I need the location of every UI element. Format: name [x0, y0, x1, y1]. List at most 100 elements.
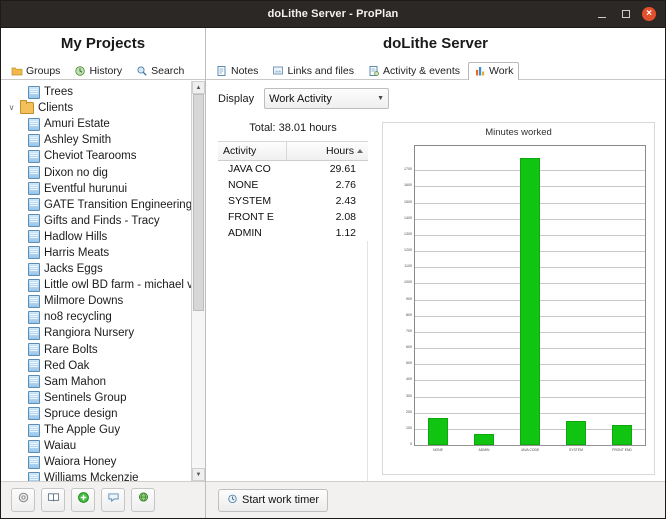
cell-activity: NONE: [228, 179, 259, 191]
tree-item[interactable]: Waiora Honey: [1, 454, 191, 470]
tree-item[interactable]: Spruce design: [1, 406, 191, 422]
column-header-hours[interactable]: Hours: [287, 142, 368, 160]
document-icon: [28, 166, 40, 180]
table-row[interactable]: JAVA CO 29.61: [218, 161, 368, 177]
tree-item-label: Amuri Estate: [44, 118, 110, 131]
projects-panel: My Projects Groups History Search Trees …: [1, 28, 206, 518]
start-work-timer-button[interactable]: Start work timer: [218, 488, 329, 512]
tree-item-label: Waiora Honey: [44, 456, 117, 469]
tab-work[interactable]: Work: [468, 62, 520, 80]
tree-item[interactable]: Waiau: [1, 438, 191, 454]
tree-item[interactable]: ∨ Clients: [1, 100, 191, 116]
settings-button[interactable]: [11, 488, 35, 512]
table-header: Activity Hours: [218, 142, 368, 161]
document-icon: [28, 439, 40, 453]
tab-history[interactable]: History: [68, 62, 128, 80]
tree-item[interactable]: Milmore Downs: [1, 293, 191, 309]
application-window: doLithe Server - ProPlan × My Projects G…: [0, 0, 666, 519]
tree-item[interactable]: Trees: [1, 84, 191, 100]
document-icon: [28, 455, 40, 469]
table-row[interactable]: ADMIN 1.12: [218, 225, 368, 241]
table-row[interactable]: NONE 2.76: [218, 177, 368, 193]
tree-item[interactable]: The Apple Guy: [1, 422, 191, 438]
cell-activity: ADMIN: [228, 227, 262, 239]
document-icon: [28, 326, 40, 340]
table-row[interactable]: SYSTEM 2.43: [218, 193, 368, 209]
tree-item[interactable]: GATE Transition Engineering: [1, 197, 191, 213]
document-icon: [28, 230, 40, 244]
y-axis-tick-label: 600: [406, 345, 412, 350]
tab-search[interactable]: Search: [130, 62, 190, 80]
tree-item[interactable]: no8 recycling: [1, 309, 191, 325]
document-icon: [28, 375, 40, 389]
scroll-up-button[interactable]: ▲: [192, 81, 205, 94]
tree-item-label: Gifts and Finds - Tracy: [44, 214, 160, 227]
tree-item[interactable]: Jacks Eggs: [1, 261, 191, 277]
comment-button[interactable]: [101, 488, 125, 512]
display-select[interactable]: Work Activity ▼: [264, 88, 390, 109]
scroll-track[interactable]: [192, 94, 205, 468]
y-axis-tick-label: 200: [406, 409, 412, 414]
tree-item[interactable]: Sam Mahon: [1, 374, 191, 390]
scroll-thumb[interactable]: [193, 94, 204, 311]
project-tree[interactable]: Trees ∨ Clients Amuri Estate Ashley Smith Che…: [1, 81, 191, 481]
tab-links-and-files[interactable]: Links and files: [266, 62, 360, 80]
tree-item-label: Eventful hurunui: [44, 182, 128, 195]
y-axis-tick-label: 1000: [404, 280, 412, 285]
document-icon: [28, 471, 40, 481]
magnifier-icon: [136, 65, 148, 77]
sort-ascending-icon: [357, 149, 363, 153]
add-button[interactable]: [71, 488, 95, 512]
scroll-down-button[interactable]: ▼: [192, 468, 205, 481]
table-row[interactable]: FRONT E 2.08: [218, 209, 368, 225]
folder-icon: [20, 100, 34, 115]
tree-item[interactable]: Hadlow Hills: [1, 229, 191, 245]
document-icon: [28, 85, 40, 99]
timer-icon: [227, 493, 238, 507]
tree-item[interactable]: Cheviot Tearooms: [1, 148, 191, 164]
close-button[interactable]: ×: [642, 7, 656, 21]
tree-item[interactable]: Rangiora Nursery: [1, 325, 191, 341]
tree-item[interactable]: Harris Meats: [1, 245, 191, 261]
book-button[interactable]: [41, 488, 65, 512]
y-axis-tick-label: 700: [406, 329, 412, 334]
maximize-button[interactable]: [618, 7, 633, 22]
tab-groups[interactable]: Groups: [5, 62, 66, 80]
x-axis-tick-label: NONE: [433, 448, 443, 452]
tree-item[interactable]: Amuri Estate: [1, 116, 191, 132]
chart-bar: [611, 424, 633, 445]
tab-activity-events[interactable]: Activity & events: [362, 62, 466, 80]
tree-scrollbar[interactable]: ▲ ▼: [191, 81, 205, 481]
tree-item-label: no8 recycling: [44, 311, 112, 324]
start-work-timer-label: Start work timer: [242, 494, 320, 506]
chart-bar-slot: ADMIN: [461, 146, 507, 452]
y-axis-tick-label: 500: [406, 361, 412, 366]
tree-item[interactable]: Rare Bolts: [1, 342, 191, 358]
tree-item[interactable]: Sentinels Group: [1, 390, 191, 406]
chart-title: Minutes worked: [485, 127, 552, 138]
tree-item[interactable]: Little owl BD farm - michael vo: [1, 277, 191, 293]
title-bar: doLithe Server - ProPlan ×: [1, 1, 665, 28]
tree-item[interactable]: Ashley Smith: [1, 132, 191, 148]
details-panel: doLithe Server Notes Links and files Act…: [206, 28, 665, 518]
tree-item[interactable]: Red Oak: [1, 358, 191, 374]
chevron-down-icon[interactable]: ∨: [7, 100, 16, 116]
tree-item[interactable]: Eventful hurunui: [1, 181, 191, 197]
document-icon: [28, 359, 40, 373]
tab-notes[interactable]: Notes: [210, 62, 264, 80]
minimize-button[interactable]: [594, 7, 609, 22]
tree-item[interactable]: Williams Mckenzie: [1, 470, 191, 481]
tree-item-label: Ashley Smith: [44, 134, 112, 147]
cell-activity: FRONT E: [228, 211, 274, 223]
web-button[interactable]: [131, 488, 155, 512]
tree-item[interactable]: Gifts and Finds - Tracy: [1, 213, 191, 229]
x-axis-tick-label: SYSTEM: [569, 448, 583, 452]
column-header-activity[interactable]: Activity: [218, 142, 287, 160]
tree-item-label: Rangiora Nursery: [44, 327, 135, 340]
y-axis-tick-label: 300: [406, 393, 412, 398]
work-content: Total: 38.01 hours Activity Hours JAVA C…: [206, 116, 665, 481]
y-axis-tick-label: 1300: [404, 232, 412, 237]
tree-item-label: Sam Mahon: [44, 375, 107, 388]
tree-item[interactable]: Dixon no dig: [1, 164, 191, 180]
tree-item-label: Little owl BD farm - michael vo: [44, 279, 191, 292]
